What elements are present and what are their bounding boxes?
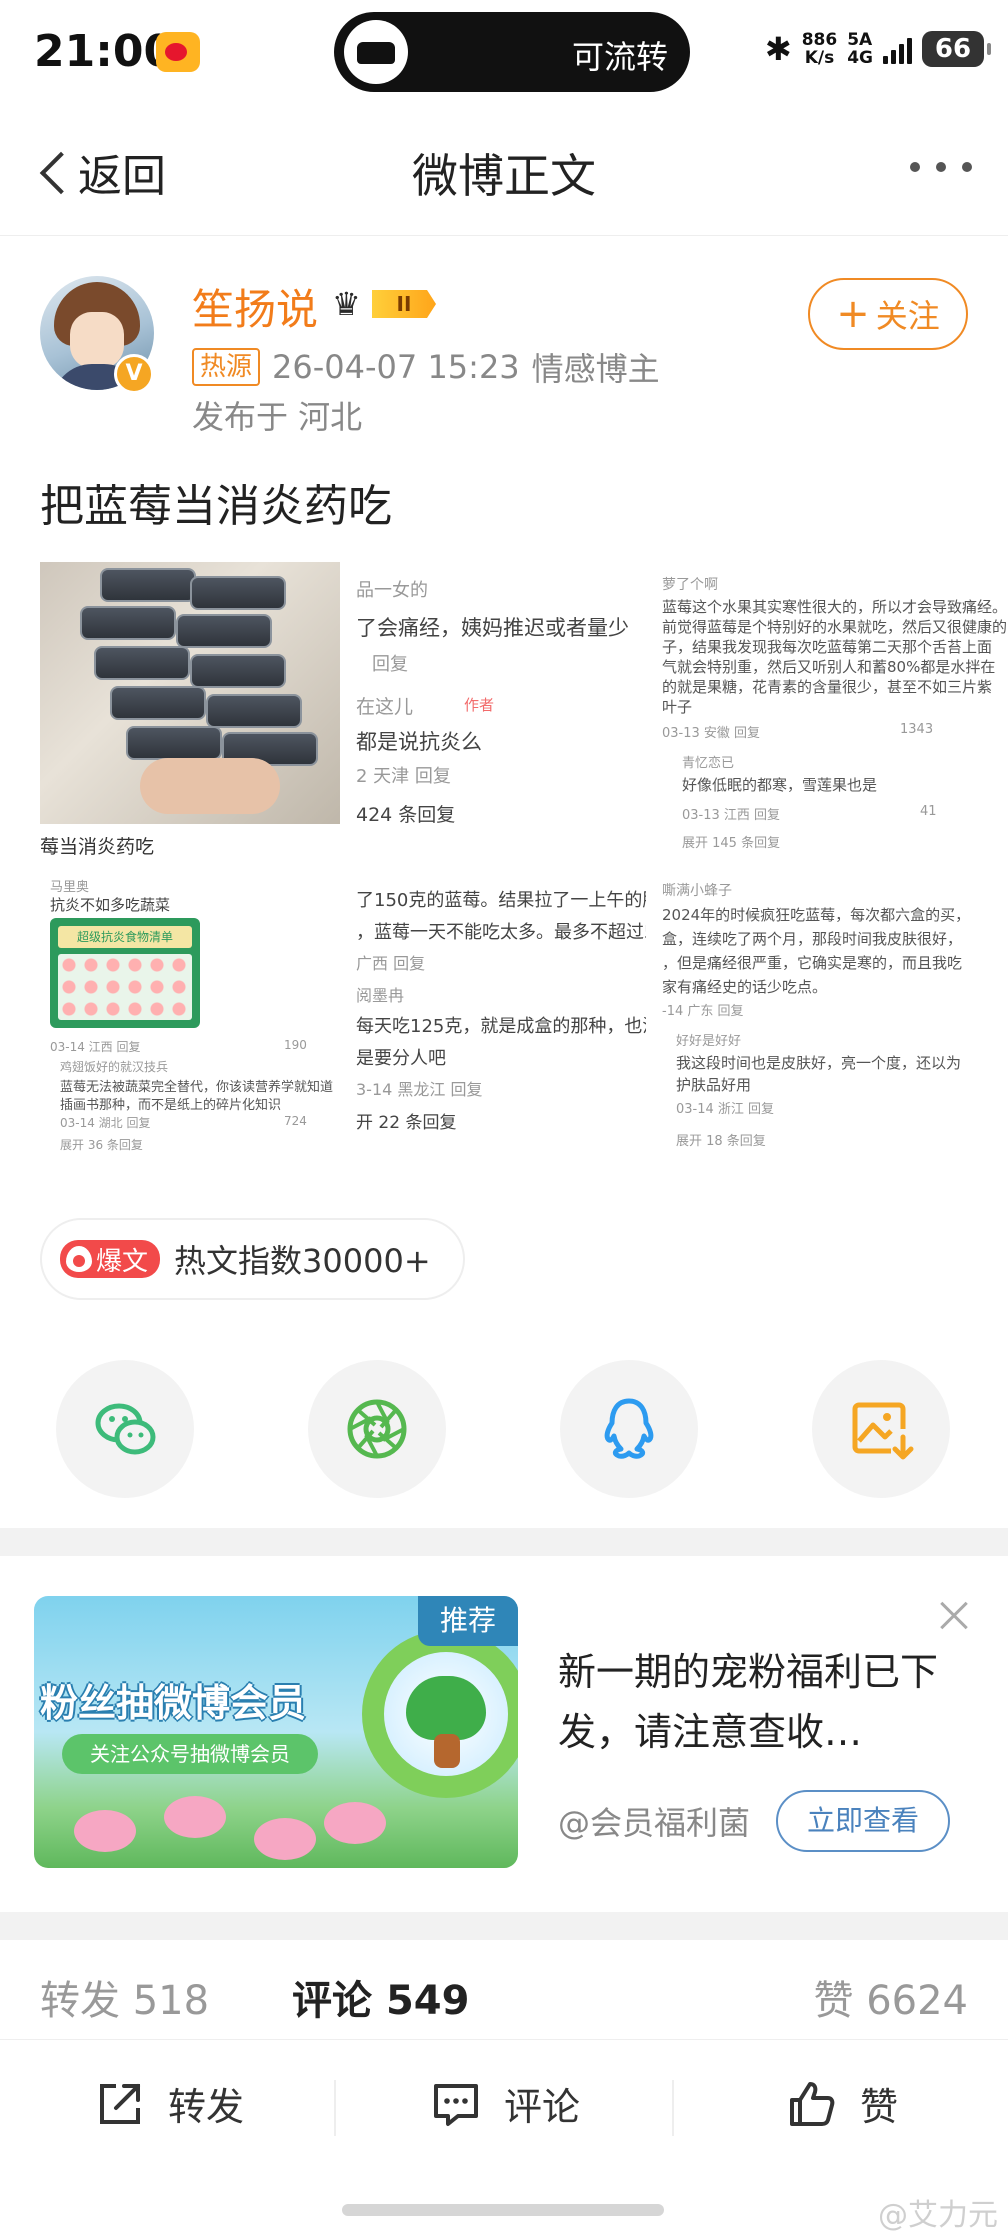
ad-image-title: 粉丝抽微博会员 — [40, 1681, 307, 1725]
car-icon — [344, 20, 408, 84]
watermark: @艾力元 — [878, 2198, 998, 2232]
thumbs-up-icon — [790, 2081, 835, 2126]
like-label: 赞 — [860, 2085, 899, 2129]
hot-index-chip[interactable]: 爆文 热文指数30000+ — [40, 1218, 465, 1300]
repost-stat-label: 转发 — [40, 1978, 120, 2024]
post-timestamp: 26-04-07 15:23 — [272, 348, 520, 386]
comment-screenshot[interactable]: 了150克的蓝莓。结果拉了一上午的肚 ，蓝莓一天不能吃太多。最多不超过50 广西… — [346, 868, 646, 1172]
wechat-icon — [95, 1403, 156, 1455]
dynamic-island[interactable]: 可流转 — [334, 12, 690, 92]
repost-stat-count: 518 — [132, 1978, 210, 2024]
share-row — [0, 1360, 1008, 1500]
home-indicator[interactable] — [342, 2204, 664, 2216]
tree-mascot-icon — [406, 1676, 486, 1740]
comment-screenshot[interactable]: 品一女的 了会痛经，姨妈推迟或者量少 回复 在这儿 作者 都是说抗炎么 2 天津… — [346, 562, 646, 862]
nav-bar: 返回 微博正文 — [0, 104, 1008, 236]
hot-post-badge-label: 爆文 — [96, 1246, 149, 1277]
more-button[interactable] — [910, 162, 972, 172]
share-save-image-button[interactable] — [812, 1360, 950, 1498]
recommend-ad-card[interactable]: 推荐 粉丝抽微博会员 关注公众号抽微博会员 新一期的宠粉福利已下发，请注意查收…… — [0, 1556, 1008, 1912]
comment-screenshot[interactable]: 萝了个啊 蓝莓这个水果其实寒性很大的，所以才会导致痛经。 前觉得蓝莓是个特别好的… — [652, 562, 1008, 862]
status-bar: 21:00 可流转 ✱ 886 K/s 5A 4G 66 — [0, 0, 1008, 104]
hot-post-badge: 爆文 — [60, 1240, 161, 1278]
ad-image-subtitle: 关注公众号抽微博会员 — [62, 1734, 318, 1774]
section-divider — [0, 1912, 1008, 1940]
like-button[interactable]: 赞 — [786, 2076, 898, 2131]
comment-label: 评论 — [504, 2085, 581, 2129]
share-wechat-button[interactable] — [56, 1360, 194, 1498]
comment-button[interactable]: 评论 — [430, 2076, 580, 2131]
post-photo[interactable] — [40, 562, 340, 824]
qq-icon — [604, 1398, 654, 1459]
repost-icon — [100, 2083, 140, 2124]
network-speed: 886 K/s — [802, 31, 838, 67]
ad-account[interactable]: @会员福利菌 — [558, 1798, 750, 1844]
post-image-collage[interactable]: 莓当消炎药吃 品一女的 了会痛经，姨妈推迟或者量少 回复 在这儿 作者 都是说抗… — [40, 562, 1008, 1172]
post-meta: 热源 26-04-07 15:23 情感博主 — [192, 344, 660, 390]
more-dot-icon — [936, 162, 946, 172]
verified-badge-icon: V — [114, 354, 154, 394]
network-type-top: 5A — [847, 30, 873, 50]
post-text: 把蓝莓当消炎药吃 — [40, 481, 392, 532]
author-category: 情感博主 — [531, 350, 660, 388]
save-image-icon — [852, 1402, 914, 1460]
comment-stat-label: 评论 — [292, 1978, 372, 2024]
network-speed-value: 886 — [801, 30, 838, 50]
follow-button[interactable]: + 关注 — [808, 278, 968, 350]
engagement-stats: 转发 518 评论 549 赞 6624 — [0, 1940, 1008, 2040]
comment-screenshot[interactable]: 马里奥 抗炎不如多吃蔬菜 超级抗炎食物清单 03-14 江西 回复 190 鸡翅… — [40, 868, 340, 1172]
share-moments-button[interactable] — [308, 1360, 446, 1498]
close-icon[interactable] — [934, 1596, 974, 1636]
like-stat-count: 6624 — [866, 1978, 968, 2024]
moments-icon — [347, 1399, 407, 1459]
page-title: 微博正文 — [412, 149, 596, 203]
more-dot-icon — [962, 162, 972, 172]
post-location: 发布于 河北 — [192, 398, 363, 436]
like-stat-tab[interactable]: 赞 6624 — [813, 1968, 968, 2026]
comment-stat-tab[interactable]: 评论 549 — [292, 1968, 469, 2026]
plus-icon: + — [836, 291, 870, 337]
like-stat-label: 赞 — [813, 1978, 854, 2024]
network-type-bottom: 4G — [847, 48, 873, 68]
recommend-tag: 推荐 — [418, 1596, 518, 1646]
repost-stat-tab[interactable]: 转发 518 — [40, 1968, 209, 2026]
level-badge: II — [372, 290, 436, 318]
repost-button[interactable]: 转发 — [94, 2076, 244, 2131]
comment-icon — [434, 2083, 478, 2126]
network-speed-unit: K/s — [804, 48, 835, 68]
crown-level-icon[interactable]: ♛ II — [332, 284, 442, 324]
fire-icon — [66, 1246, 92, 1272]
bluetooth-icon: ✱ — [764, 30, 792, 68]
status-time: 21:00 — [34, 26, 175, 77]
network-type: 5A 4G — [847, 31, 873, 67]
bottom-action-bar: 转发 评论 赞 — [0, 2040, 1008, 2170]
hot-source-tag: 热源 — [192, 348, 261, 386]
comment-screenshot[interactable]: 嘶满小蜂子 2024年的时候疯狂吃蓝莓，每次都六盒的买， 盒，连续吃了两个月，那… — [652, 868, 1008, 1172]
ad-image[interactable]: 推荐 粉丝抽微博会员 关注公众号抽微博会员 — [34, 1596, 518, 1868]
hot-index-text: 热文指数30000+ — [174, 1242, 431, 1280]
repost-label: 转发 — [168, 2085, 245, 2129]
comment-stat-count: 549 — [385, 1978, 470, 2024]
system-indicators: ✱ 886 K/s 5A 4G 66 — [764, 30, 991, 68]
battery-icon: 66 — [922, 31, 991, 67]
signal-icon — [883, 34, 912, 64]
more-dot-icon — [910, 162, 920, 172]
view-now-button[interactable]: 立即查看 — [776, 1790, 950, 1852]
follow-label: 关注 — [875, 297, 940, 335]
weibo-notification-icon — [156, 32, 200, 72]
author-name[interactable]: 笙扬说 — [192, 276, 318, 337]
island-label: 可流转 — [571, 38, 668, 76]
section-divider — [0, 1528, 1008, 1556]
ad-headline[interactable]: 新一期的宠粉福利已下发，请注意查收… — [558, 1642, 968, 1762]
food-list-image: 超级抗炎食物清单 — [50, 918, 200, 1028]
photo-caption: 莓当消炎药吃 — [40, 836, 155, 858]
share-qq-button[interactable] — [560, 1360, 698, 1498]
author-header: V 笙扬说 ♛ II 热源 26-04-07 15:23 情感博主 发布于 河北… — [0, 236, 1008, 456]
